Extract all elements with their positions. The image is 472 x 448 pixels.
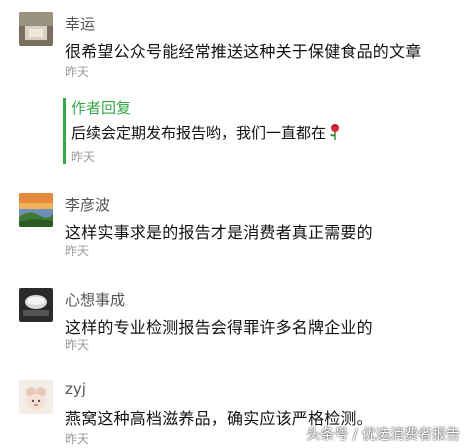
comment-time: 昨天 <box>65 338 90 352</box>
rose-icon <box>329 123 341 145</box>
comment-text: 这样实事求是的报告才是消费者真正需要的 <box>65 223 373 242</box>
avatar[interactable] <box>19 288 53 322</box>
author-reply-text: 后续会定期发布报告哟，我们一直都在 <box>71 124 327 142</box>
comment-text: 这样的专业检测报告会得罪许多名牌企业的 <box>65 318 373 337</box>
avatar[interactable] <box>19 380 53 414</box>
commenter-name: zyj <box>65 380 86 398</box>
commenter-name: 心想事成 <box>65 291 126 309</box>
watermark: 头条号 / 优选消费者报告 <box>306 427 460 443</box>
comment-time: 昨天 <box>65 244 90 258</box>
author-reply-label: 作者回复 <box>71 99 132 117</box>
avatar[interactable] <box>19 12 53 46</box>
author-reply-time: 昨天 <box>71 150 96 164</box>
comment-item: 幸运 很希望公众号能经常推送这种关于保健食品的文章 昨天 <box>0 0 472 90</box>
comment-text: 很希望公众号能经常推送这种关于保健食品的文章 <box>65 42 422 61</box>
avatar[interactable] <box>19 193 53 227</box>
author-reply-text-row: 后续会定期发布报告哟，我们一直都在 <box>71 122 341 145</box>
commenter-name: 李彦波 <box>65 196 111 214</box>
reply-accent-bar <box>63 98 66 164</box>
commenter-name: 幸运 <box>65 15 96 33</box>
comment-item: 心想事成 这样的专业检测报告会得罪许多名牌企业的 昨天 <box>0 278 472 368</box>
comment-time: 昨天 <box>65 65 90 79</box>
comment-item: 李彦波 这样实事求是的报告才是消费者真正需要的 昨天 <box>0 180 472 270</box>
comment-time: 昨天 <box>65 432 90 446</box>
